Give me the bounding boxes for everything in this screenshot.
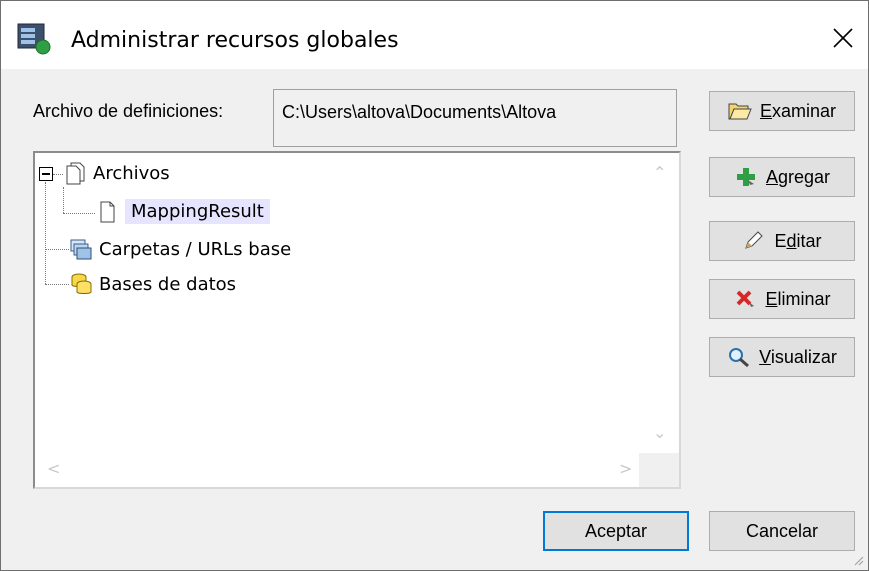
editar-button[interactable]: Editar [709,221,855,261]
scroll-right-icon[interactable]: > [619,459,632,478]
scroll-down-icon[interactable]: ⌄ [653,423,666,442]
tree-connector [45,249,69,250]
title-bar: Administrar recursos globales [1,1,868,69]
resize-grip-icon[interactable] [850,552,864,566]
files-icon [66,162,85,185]
tree-connector [45,284,69,285]
vertical-scrollbar[interactable]: ⌃ ⌄ [639,153,679,453]
cancelar-button[interactable]: Cancelar [709,511,855,551]
aceptar-button[interactable]: Aceptar [543,511,689,551]
visualizar-button[interactable]: Visualizar [709,337,855,377]
button-label: Examinar [759,100,837,121]
examinar-button[interactable]: Examinar [709,91,855,131]
tree-item-bases-de-datos[interactable]: Bases de datos [69,272,236,296]
collapse-toggle[interactable] [39,167,53,181]
tree-connector [63,213,95,214]
file-icon [100,201,115,222]
add-icon [736,168,755,186]
scroll-up-icon[interactable]: ⌃ [653,163,666,182]
tree-item-mappingresult[interactable]: MappingResult [95,199,270,224]
agregar-button[interactable]: Agregar [709,157,855,197]
tree-connector [63,187,64,213]
tree-item-label: Archivos [93,162,170,184]
tree-connector [53,174,63,175]
open-folder-icon [728,103,752,120]
scroll-left-icon[interactable]: < [47,459,60,478]
tree-item-carpetas[interactable]: Carpetas / URLs base [69,237,291,261]
button-label: Cancelar [745,520,819,541]
tree-item-archivos[interactable]: Archivos [63,161,170,185]
scroll-corner [639,453,679,487]
folders-icon [70,239,92,260]
button-label: Visualizar [759,346,837,367]
tree-item-label: Carpetas / URLs base [99,238,292,260]
definitions-label: Archivo de definiciones: [33,101,224,121]
tree-connector [45,182,46,284]
button-label: Editar [774,230,822,251]
definitions-path-field[interactable]: C:\Users\altova\Documents\Altova [273,89,677,147]
pencil-icon [745,231,764,249]
window-title: Administrar recursos globales [71,28,399,53]
resources-tree[interactable]: Archivos MappingResult Carpetas / URLs b… [33,151,681,489]
magnifier-icon [729,348,750,368]
tree-item-label: Bases de datos [99,273,237,295]
button-label: Aceptar [584,520,648,541]
database-icon [71,273,92,294]
button-label: Eliminar [765,288,831,309]
horizontal-scrollbar[interactable]: < > [35,453,639,487]
app-icon [17,23,53,55]
eliminar-button[interactable]: Eliminar [709,279,855,319]
delete-icon [737,290,755,307]
dialog-window: Administrar recursos globales Archivo de… [0,0,869,571]
button-label: Agregar [765,166,831,187]
tree-item-label: MappingResult [125,199,270,224]
close-button[interactable] [821,15,865,61]
close-icon [833,28,853,48]
